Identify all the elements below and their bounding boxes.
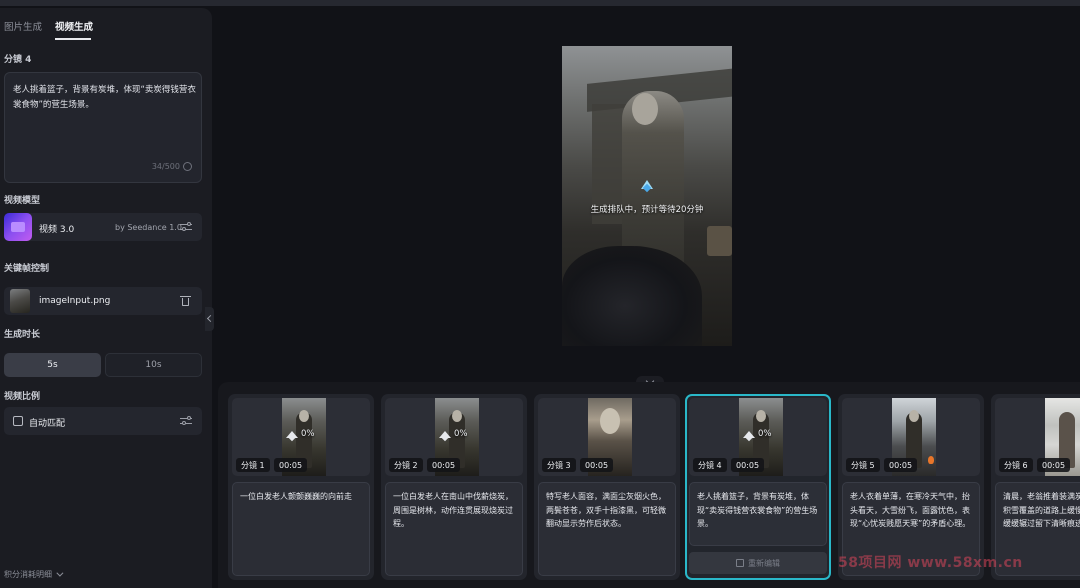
credits-detail-toggle[interactable]: 积分消耗明细 <box>4 569 64 580</box>
watermark: 58项目网 www.58xm.cn <box>838 555 1023 571</box>
re-edit-label: 重新编辑 <box>748 558 780 568</box>
progress-text: 0% <box>454 429 468 439</box>
description-text: 一位白发老人颤颤巍巍的向前走 <box>240 492 352 501</box>
thumbnail-head <box>909 410 919 422</box>
storyboard-duration: 00:05 <box>731 458 765 472</box>
info-icon[interactable] <box>183 162 192 171</box>
keyframe-filename: imageInput.png <box>39 296 111 306</box>
description-text: 特写老人面容，满面尘灰烟火色，两鬓苍苍，双手十指漆黑，可轻微翻动显示劳作后状态。 <box>546 492 666 528</box>
storyboard-thumbnail: 分镜 6 00:05 <box>995 398 1080 476</box>
generating-star-icon <box>743 428 755 440</box>
storyboard-label: 分镜 1 <box>236 458 270 472</box>
storyboard-label: 分镜 5 <box>846 458 880 472</box>
storyboard-description[interactable]: 特写老人面容，满面尘灰烟火色，两鬓苍苍，双手十指漆黑，可轻微翻动显示劳作后状态。 <box>538 482 676 576</box>
settings-sliders-icon[interactable] <box>180 222 192 232</box>
model-selector[interactable]: 视频 3.0 by Seedance 1.0 <box>4 213 202 241</box>
model-logo-icon <box>4 213 32 241</box>
keyframe-file[interactable]: imageInput.png <box>4 287 202 315</box>
storyboard-card-selected[interactable]: 0% 分镜 4 00:05 老人挑着篮子，背景有炭堆，体现“卖炭得钱营衣裳食物”… <box>685 394 831 580</box>
storyboard-description[interactable]: 老人挑着篮子，背景有炭堆，体现“卖炭得钱营衣裳食物”的营生场景。 <box>689 482 827 546</box>
generating-star-icon <box>639 176 655 192</box>
prompt-textarea[interactable]: 老人挑着篮子，背景有炭堆，体现“卖炭得钱营衣裳食物”的营生场景。 34/500 <box>4 72 202 183</box>
duration-section-label: 生成时长 <box>4 330 41 340</box>
edit-icon <box>736 559 744 567</box>
storyboard-thumbnail: 0% 分镜 4 00:05 <box>689 398 827 476</box>
thumbnail-head <box>600 408 620 434</box>
storyboard-description[interactable]: 一位白发老人在南山中伐薪烧炭，周围是树林，动作连贯展现烧炭过程。 <box>385 482 523 576</box>
storyboard-label: 分镜 3 <box>542 458 576 472</box>
storyboard-duration: 00:05 <box>1037 458 1071 472</box>
storyboard-card[interactable]: 0% 分镜 1 00:05 一位白发老人颤颤巍巍的向前走 <box>228 394 374 580</box>
storyboard-thumbnail: 0% 分镜 1 00:05 <box>232 398 370 476</box>
thumbnail-head <box>452 410 462 422</box>
settings-sliders-icon[interactable] <box>180 416 192 426</box>
prompt-text[interactable]: 老人挑着篮子，背景有炭堆，体现“卖炭得钱营衣裳食物”的营生场景。 <box>13 83 197 113</box>
prompt-section-label: 分镜 4 <box>4 55 32 65</box>
keyframe-section-label: 关键帧控制 <box>4 264 50 274</box>
preview-head <box>632 93 658 125</box>
generating-star-icon <box>439 428 451 440</box>
collapse-panel-button[interactable] <box>205 307 214 331</box>
thumbnail-fire <box>928 456 934 464</box>
re-edit-button[interactable]: 重新编辑 <box>689 552 827 574</box>
tab-video-generation[interactable]: 视频生成 <box>55 19 93 33</box>
video-preview: 生成排队中，预计等待20分钟 <box>562 46 732 346</box>
storyboard-duration: 00:05 <box>427 458 461 472</box>
thumbnail-head <box>299 410 309 422</box>
model-name: 视频 3.0 <box>39 225 75 235</box>
description-text: 清晨，老翁推着装满炭的牛车，在积雪覆盖的道路上缓慢前进，车轮缓缓辗过留下清晰痕迹… <box>1003 492 1080 528</box>
active-tab-indicator <box>55 38 91 40</box>
model-provider: by Seedance 1.0 <box>115 223 182 232</box>
ratio-selector[interactable]: 自动匹配 <box>4 407 202 435</box>
top-bar <box>0 0 1080 6</box>
storyboard-thumbnail: 0% 分镜 2 00:05 <box>385 398 523 476</box>
trash-icon[interactable] <box>180 296 191 306</box>
ratio-value: 自动匹配 <box>29 419 66 429</box>
char-counter: 34/500 <box>152 162 192 171</box>
thumbnail-head <box>756 410 766 422</box>
storyboard-card[interactable]: 0% 分镜 2 00:05 一位白发老人在南山中伐薪烧炭，周围是树林，动作连贯展… <box>381 394 527 580</box>
storyboard-label: 分镜 2 <box>389 458 423 472</box>
settings-panel: 图片生成 视频生成 分镜 4 老人挑着篮子，背景有炭堆，体现“卖炭得钱营衣裳食物… <box>0 8 212 588</box>
mode-tabs: 图片生成 视频生成 <box>0 8 212 42</box>
storyboard-duration: 00:05 <box>884 458 918 472</box>
storyboard-description[interactable]: 一位白发老人颤颤巍巍的向前走 <box>232 482 370 576</box>
progress-text: 0% <box>301 429 315 439</box>
char-counter-text: 34/500 <box>151 162 180 171</box>
ratio-section-label: 视频比例 <box>4 392 41 402</box>
chevron-down-icon <box>56 569 64 577</box>
duration-10s-button[interactable]: 10s <box>105 353 202 377</box>
queue-status: 生成排队中，预计等待20分钟 <box>590 205 704 215</box>
description-text: 老人挑着篮子，背景有炭堆，体现“卖炭得钱营衣裳食物”的营生场景。 <box>697 492 818 528</box>
description-text: 一位白发老人在南山中伐薪烧炭，周围是树林，动作连贯展现烧炭过程。 <box>393 492 513 528</box>
progress-indicator: 0% <box>743 428 772 440</box>
storyboard-label: 分镜 6 <box>999 458 1033 472</box>
model-section-label: 视频模型 <box>4 196 41 206</box>
progress-indicator: 0% <box>286 428 315 440</box>
storyboard-thumbnail: 分镜 5 00:05 <box>842 398 980 476</box>
storyboard-label: 分镜 4 <box>693 458 727 472</box>
storyboard-duration: 00:05 <box>580 458 614 472</box>
preview-basket <box>707 226 732 256</box>
progress-indicator: 0% <box>439 428 468 440</box>
tab-image-generation[interactable]: 图片生成 <box>4 19 42 33</box>
preview-coal-pile <box>562 246 702 346</box>
keyframe-thumbnail <box>10 289 30 313</box>
description-text: 老人衣着单薄，在寒冷天气中，抬头看天，大雪纷飞，面露忧色，表现“心忧炭贱愿天寒”… <box>850 492 971 528</box>
storyboard-thumbnail: 分镜 3 00:05 <box>538 398 676 476</box>
progress-text: 0% <box>758 429 772 439</box>
storyboard-duration: 00:05 <box>274 458 308 472</box>
storyboard-card[interactable]: 分镜 3 00:05 特写老人面容，满面尘灰烟火色，两鬓苍苍，双手十指漆黑，可轻… <box>534 394 680 580</box>
duration-5s-button[interactable]: 5s <box>4 353 101 377</box>
credits-label: 积分消耗明细 <box>4 570 52 579</box>
aspect-ratio-icon <box>13 416 23 426</box>
generating-star-icon <box>286 428 298 440</box>
